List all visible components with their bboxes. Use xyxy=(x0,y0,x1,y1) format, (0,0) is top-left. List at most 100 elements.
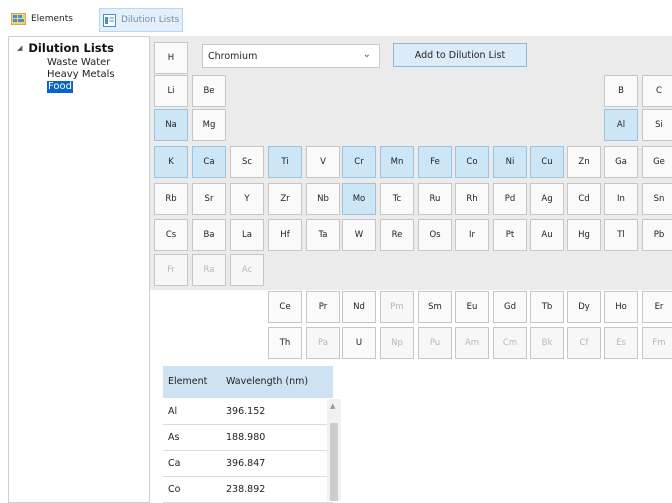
element-Sr[interactable]: Sr xyxy=(192,183,226,215)
element-V[interactable]: V xyxy=(306,146,340,178)
tree-root[interactable]: ◢ Dilution Lists xyxy=(17,41,114,55)
element-Fe[interactable]: Fe xyxy=(418,146,452,178)
element-Nb[interactable]: Nb xyxy=(306,183,340,215)
elements-icon xyxy=(11,13,26,25)
element-Cm: Cm xyxy=(493,327,527,359)
element-Cf: Cf xyxy=(567,327,601,359)
wavelength-table: Element Wavelength (nm) Al 396.152 As 18… xyxy=(163,366,333,503)
element-Nd[interactable]: Nd xyxy=(342,291,376,323)
element-Sc[interactable]: Sc xyxy=(230,146,264,178)
element-Pd[interactable]: Pd xyxy=(493,183,527,215)
element-Pu: Pu xyxy=(418,327,452,359)
element-Cu[interactable]: Cu xyxy=(530,146,564,178)
element-Cd[interactable]: Cd xyxy=(567,183,601,215)
element-H[interactable]: H xyxy=(154,42,188,74)
element-Es: Es xyxy=(604,327,638,359)
element-Hg[interactable]: Hg xyxy=(567,219,601,251)
tree-item-food[interactable]: Food xyxy=(47,81,73,93)
dilution-tree: ◢ Dilution Lists Waste Water Heavy Metal… xyxy=(8,36,150,503)
element-Hf[interactable]: Hf xyxy=(268,219,302,251)
element-Y[interactable]: Y xyxy=(230,183,264,215)
scrollbar-thumb[interactable] xyxy=(330,423,338,501)
element-Ir[interactable]: Ir xyxy=(455,219,489,251)
element-W[interactable]: W xyxy=(342,219,376,251)
element-Ca[interactable]: Ca xyxy=(192,146,226,178)
elements-label: Elements xyxy=(31,14,73,24)
element-Pr[interactable]: Pr xyxy=(306,291,340,323)
element-Th[interactable]: Th xyxy=(268,327,302,359)
element-Tb[interactable]: Tb xyxy=(530,291,564,323)
element-In[interactable]: In xyxy=(604,183,638,215)
collapse-triangle-icon[interactable]: ◢ xyxy=(17,44,22,52)
element-Ti[interactable]: Ti xyxy=(268,146,302,178)
elements-button[interactable]: Elements xyxy=(11,8,73,30)
element-Dy[interactable]: Dy xyxy=(567,291,601,323)
element-Ru[interactable]: Ru xyxy=(418,183,452,215)
element-Ce[interactable]: Ce xyxy=(268,291,302,323)
cell-element: Al xyxy=(168,406,178,417)
element-Be[interactable]: Be xyxy=(192,75,226,107)
element-Ho[interactable]: Ho xyxy=(604,291,638,323)
element-Co[interactable]: Co xyxy=(455,146,489,178)
element-Sn[interactable]: Sn xyxy=(642,183,672,215)
element-Sm[interactable]: Sm xyxy=(418,291,452,323)
element-Er[interactable]: Er xyxy=(642,291,672,323)
dilution-list-icon xyxy=(103,13,116,27)
tree-item-waste-water[interactable]: Waste Water xyxy=(47,57,110,69)
element-K[interactable]: K xyxy=(154,146,188,178)
element-Ag[interactable]: Ag xyxy=(530,183,564,215)
scroll-up-arrow-icon[interactable]: ▲ xyxy=(330,402,335,410)
column-header-element[interactable]: Element xyxy=(168,376,207,387)
element-Bk: Bk xyxy=(530,327,564,359)
cell-element: Ca xyxy=(168,458,181,469)
chevron-down-icon[interactable]: ⌄ xyxy=(363,49,371,60)
element-Na[interactable]: Na xyxy=(154,109,188,141)
cell-element: As xyxy=(168,432,180,443)
element-Os[interactable]: Os xyxy=(418,219,452,251)
element-Au[interactable]: Au xyxy=(530,219,564,251)
element-Si[interactable]: Si xyxy=(642,109,672,141)
element-Mo[interactable]: Mo xyxy=(342,183,376,215)
cell-wavelength: 188.980 xyxy=(226,432,266,443)
element-Cr[interactable]: Cr xyxy=(342,146,376,178)
periodic-table: Chromium ⌄ Add to Dilution List H Li Be … xyxy=(150,36,672,290)
element-Pb[interactable]: Pb xyxy=(642,219,672,251)
table-row[interactable]: Ca 396.847 xyxy=(163,451,333,477)
element-U[interactable]: U xyxy=(342,327,376,359)
element-Tc[interactable]: Tc xyxy=(380,183,414,215)
element-Ge[interactable]: Ge xyxy=(642,146,672,178)
table-row[interactable]: As 188.980 xyxy=(163,425,333,451)
element-Rh[interactable]: Rh xyxy=(455,183,489,215)
element-Ga[interactable]: Ga xyxy=(604,146,638,178)
element-Li[interactable]: Li xyxy=(154,75,188,107)
element-Mg[interactable]: Mg xyxy=(192,109,226,141)
table-scrollbar[interactable]: ▲ xyxy=(327,399,341,501)
element-Eu[interactable]: Eu xyxy=(455,291,489,323)
element-Ac: Ac xyxy=(230,254,264,286)
element-Zn[interactable]: Zn xyxy=(567,146,601,178)
element-B[interactable]: B xyxy=(604,75,638,107)
element-Ba[interactable]: Ba xyxy=(192,219,226,251)
element-Re[interactable]: Re xyxy=(380,219,414,251)
element-select[interactable]: Chromium ⌄ xyxy=(202,44,380,68)
add-to-dilution-list-button[interactable]: Add to Dilution List xyxy=(393,43,527,67)
element-Zr[interactable]: Zr xyxy=(268,183,302,215)
element-C[interactable]: C xyxy=(642,75,672,107)
element-Ta[interactable]: Ta xyxy=(306,219,340,251)
element-Pt[interactable]: Pt xyxy=(493,219,527,251)
element-Cs[interactable]: Cs xyxy=(154,219,188,251)
element-Ni[interactable]: Ni xyxy=(493,146,527,178)
column-header-wavelength[interactable]: Wavelength (nm) xyxy=(226,376,308,387)
element-Fr: Fr xyxy=(154,254,188,286)
table-row[interactable]: Al 396.152 xyxy=(163,399,333,425)
tree-item-heavy-metals[interactable]: Heavy Metals xyxy=(47,69,115,81)
element-La[interactable]: La xyxy=(230,219,264,251)
element-Gd[interactable]: Gd xyxy=(493,291,527,323)
dilution-lists-button[interactable]: Dilution Lists xyxy=(99,8,184,32)
element-Al[interactable]: Al xyxy=(604,109,638,141)
table-row[interactable]: Co 238.892 xyxy=(163,477,333,503)
toolbar: Elements Dilution Lists xyxy=(0,0,672,36)
element-Mn[interactable]: Mn xyxy=(380,146,414,178)
element-Tl[interactable]: Tl xyxy=(604,219,638,251)
element-Rb[interactable]: Rb xyxy=(154,183,188,215)
